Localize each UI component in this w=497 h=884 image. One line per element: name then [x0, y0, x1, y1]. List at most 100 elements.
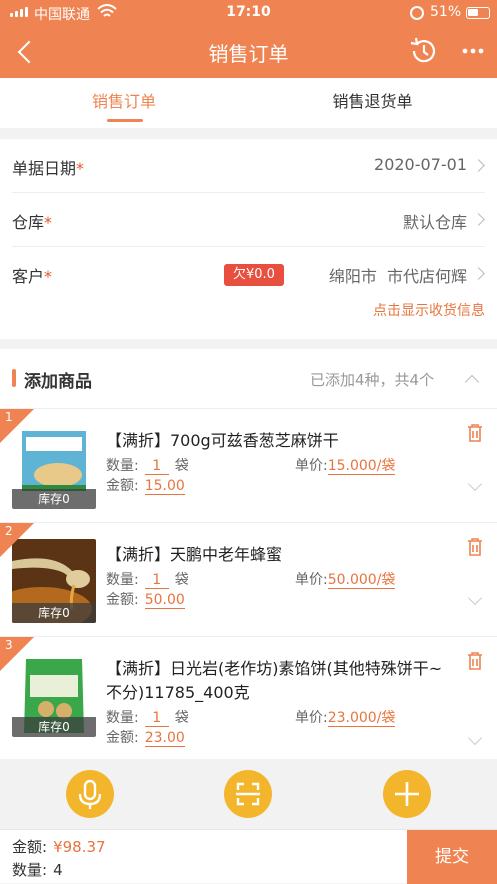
product-name: 【满折】日光岩(老作坊)素馅饼(其他特殊饼干~不分)11785_400克	[106, 659, 443, 702]
footer-bar: 金额: ¥98.37 数量: 4 提交	[0, 829, 497, 884]
chevron-down-icon[interactable]	[467, 590, 483, 606]
price-input[interactable]: 50.000/袋	[327, 572, 396, 589]
amount-input[interactable]: 15.00	[144, 478, 185, 495]
add-product-button[interactable]	[383, 770, 431, 818]
top-bar: 中国联通 17:10 51% 销售订单	[0, 0, 497, 78]
section-marker	[12, 369, 16, 387]
stock-label: 库存0	[12, 489, 96, 509]
more-icon[interactable]	[458, 44, 488, 58]
price-label: 单价:	[295, 458, 328, 474]
battery-icon	[466, 7, 490, 19]
amount-input[interactable]: 23.00	[144, 730, 185, 747]
chevron-right-icon	[472, 213, 485, 226]
index-number: 3	[5, 638, 13, 652]
product-item[interactable]: 库存0 2 【满折】天鹏中老年蜂蜜 数量: 1 袋 单价:50.000/袋 金额: 5…	[0, 523, 497, 637]
index-number: 1	[5, 410, 13, 424]
unit-label: 袋	[174, 572, 189, 588]
date-value: 2020-07-01	[374, 155, 467, 174]
chevron-right-icon	[472, 267, 485, 280]
unit-label: 袋	[174, 458, 189, 474]
show-address-link[interactable]: 点击显示收货信息	[373, 300, 485, 320]
products-summary: 已添加4种，共4个	[310, 371, 435, 389]
amount-input[interactable]: 50.00	[144, 592, 185, 609]
date-row[interactable]: 单据日期* 2020-07-01	[12, 139, 485, 193]
customer-label-text: 客户	[12, 267, 45, 286]
required-mark: *	[44, 267, 53, 286]
chevron-down-icon[interactable]	[467, 476, 483, 492]
qty-input[interactable]: 1	[144, 572, 169, 589]
debt-badge: 欠¥0.0	[224, 264, 284, 286]
qty-input[interactable]: 1	[144, 710, 169, 727]
voice-button[interactable]	[66, 770, 114, 818]
products-section: 添加商品 已添加4种，共4个 库存0 1 【满折】700g可兹香葱芝麻饼干 数量…	[0, 349, 497, 759]
plus-icon	[395, 782, 419, 806]
history-icon[interactable]	[408, 36, 438, 66]
required-mark: *	[76, 159, 85, 178]
qty-input[interactable]: 1	[144, 458, 169, 475]
status-bar: 中国联通 17:10 51%	[0, 0, 497, 26]
total-count-value: 4	[53, 861, 63, 879]
warehouse-label: 仓库*	[12, 209, 52, 233]
product-name: 【满折】天鹏中老年蜂蜜	[106, 545, 283, 564]
qty-row: 数量: 1 袋	[106, 569, 189, 589]
total-count-row: 数量: 4	[12, 859, 63, 880]
amount-label: 金额:	[106, 478, 139, 494]
required-mark: *	[44, 213, 53, 232]
submit-button[interactable]: 提交	[407, 830, 497, 884]
total-count-label: 数量:	[12, 861, 48, 879]
amount-row: 金额: 50.00	[106, 589, 185, 609]
price-label: 单价:	[295, 572, 328, 588]
customer-value: 绵阳市 市代店何辉	[328, 267, 467, 286]
qty-label: 数量:	[106, 458, 139, 474]
date-label: 单据日期*	[12, 155, 84, 179]
price-row: 单价:15.000/袋	[295, 455, 396, 475]
order-form: 单据日期* 2020-07-01 仓库* 默认仓库 客户* 绵阳市 市代店何辉 …	[0, 139, 497, 339]
index-number: 2	[5, 524, 13, 538]
total-amount-value: ¥98.37	[53, 838, 106, 856]
product-item[interactable]: 库存0 3 【满折】日光岩(老作坊)素馅饼(其他特殊饼干~不分)11785_40…	[0, 637, 497, 759]
unit-label: 袋	[174, 710, 189, 726]
mic-icon	[78, 779, 102, 809]
trash-icon[interactable]	[466, 423, 484, 443]
qty-label: 数量:	[106, 572, 139, 588]
tab-bar: 销售订单 销售退货单	[0, 78, 497, 128]
battery-percent: 51%	[430, 4, 462, 20]
product-name: 【满折】700g可兹香葱芝麻饼干	[106, 431, 339, 450]
price-input[interactable]: 15.000/袋	[327, 458, 396, 475]
total-amount-label: 金额:	[12, 838, 48, 856]
warehouse-label-text: 仓库	[12, 213, 45, 232]
price-input[interactable]: 23.000/袋	[327, 710, 396, 727]
price-row: 单价:50.000/袋	[295, 569, 396, 589]
amount-label: 金额:	[106, 592, 139, 608]
nav-bar: 销售订单	[0, 26, 497, 78]
products-title: 添加商品	[24, 372, 92, 392]
qty-label: 数量:	[106, 710, 139, 726]
price-label: 单价:	[295, 710, 328, 726]
amount-row: 金额: 15.00	[106, 475, 185, 495]
scan-icon	[236, 782, 260, 806]
amount-row: 金额: 23.00	[106, 727, 185, 747]
qty-row: 数量: 1 袋	[106, 455, 189, 475]
total-amount-row: 金额: ¥98.37	[12, 836, 106, 857]
products-header[interactable]: 添加商品 已添加4种，共4个	[0, 349, 497, 409]
action-bar	[0, 759, 497, 829]
trash-icon[interactable]	[466, 537, 484, 557]
chevron-down-icon[interactable]	[467, 730, 483, 746]
product-item[interactable]: 库存0 1 【满折】700g可兹香葱芝麻饼干 数量: 1 袋 单价:15.000/袋…	[0, 409, 497, 523]
stock-label: 库存0	[12, 717, 96, 737]
amount-label: 金额:	[106, 730, 139, 746]
qty-row: 数量: 1 袋	[106, 707, 189, 727]
customer-label: 客户*	[12, 263, 52, 287]
price-row: 单价:23.000/袋	[295, 707, 396, 727]
rotation-lock-icon	[410, 6, 424, 20]
scan-button[interactable]	[224, 770, 272, 818]
tab-indicator	[107, 119, 143, 122]
trash-icon[interactable]	[466, 651, 484, 671]
stock-label: 库存0	[12, 603, 96, 623]
tab-sales-return[interactable]: 销售退货单	[248, 78, 497, 128]
warehouse-row[interactable]: 仓库* 默认仓库	[12, 193, 485, 247]
chevron-right-icon	[472, 159, 485, 172]
warehouse-value: 默认仓库	[402, 213, 467, 232]
date-label-text: 单据日期	[12, 159, 77, 178]
chevron-up-icon[interactable]	[464, 374, 480, 390]
